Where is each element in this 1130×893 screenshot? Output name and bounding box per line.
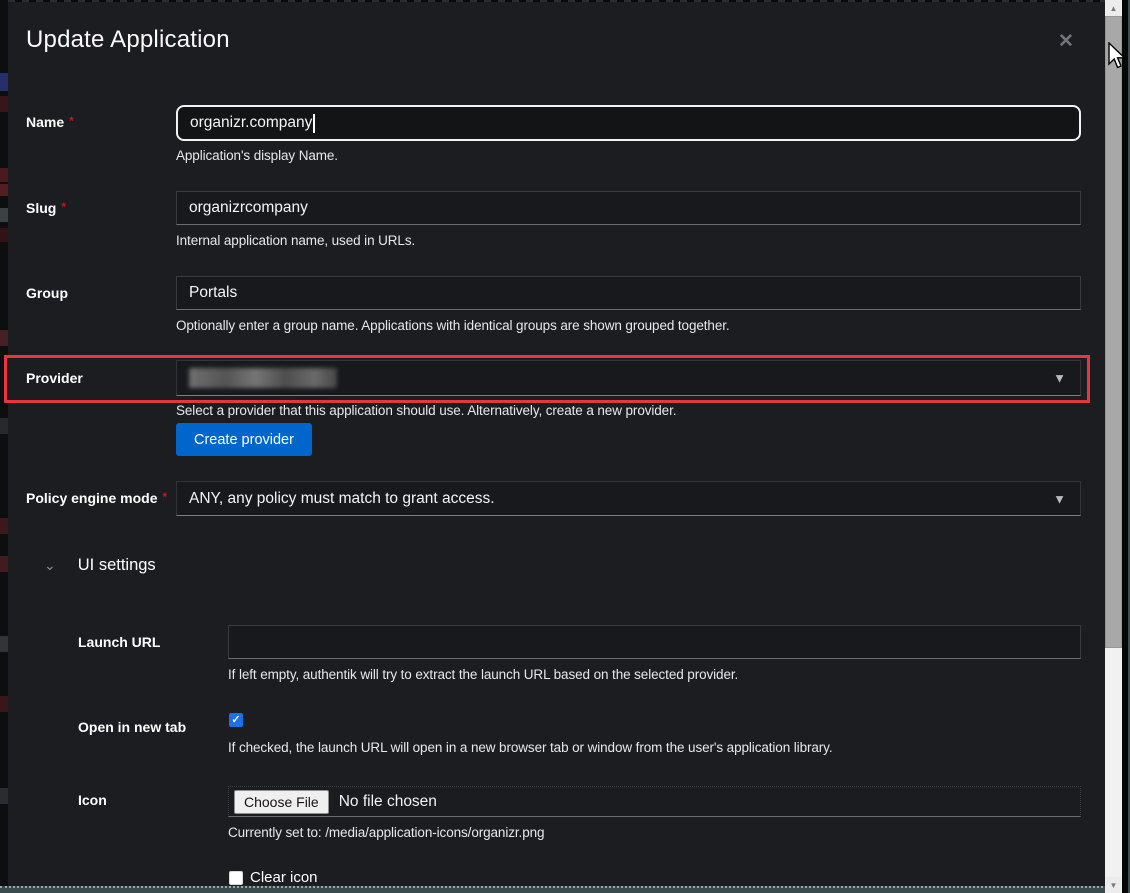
provider-redacted-value [189,368,337,388]
create-provider-button[interactable]: Create provider [176,423,312,456]
choose-file-button[interactable]: Choose File [234,790,329,814]
clear-icon-label: Clear icon [250,869,318,886]
check-icon: ✓ [231,715,240,726]
policy-engine-mode-select[interactable]: ANY, any policy must match to grant acce… [176,481,1081,516]
modal-update-application: Update Application ✕ Name* organizr.comp… [8,2,1105,886]
file-status-text: No file chosen [339,793,437,811]
ui-settings-title: UI settings [78,556,156,575]
slug-label: Slug* [26,200,176,216]
name-label: Name* [26,114,176,130]
scrollbar-thumb[interactable] [1105,16,1122,648]
text-cursor [313,114,315,133]
clear-icon-checkbox[interactable] [229,871,243,885]
policy-engine-mode-label: Policy engine mode* [26,490,176,506]
vertical-scrollbar[interactable]: ▲ ▼ [1105,0,1122,893]
required-asterisk: * [61,200,66,214]
caret-down-icon: ▼ [1053,372,1066,385]
background-left-strip [0,0,8,893]
update-application-dialog: Update Application ✕ Name* organizr.comp… [0,0,1130,893]
group-label: Group [26,285,176,301]
required-asterisk: * [69,114,74,128]
ui-settings-section-toggle[interactable]: ⌄ UI settings [44,556,156,575]
required-asterisk: * [162,490,167,504]
scroll-up-button[interactable]: ▲ [1105,0,1122,16]
close-icon[interactable]: ✕ [1058,30,1074,53]
name-field[interactable]: organizr.company [176,105,1081,141]
page-title: Update Application [26,26,230,54]
icon-file-input[interactable]: Choose File No file chosen [228,786,1081,817]
group-field[interactable]: Portals [176,276,1081,310]
icon-current-help: Currently set to: /media/application-ico… [228,825,544,840]
slug-help: Internal application name, used in URLs. [176,233,415,248]
clear-icon-row: Clear icon [229,869,318,886]
launch-url-field[interactable] [228,625,1081,659]
caret-down-icon: ▼ [1053,492,1066,505]
icon-label: Icon [78,792,223,808]
scroll-down-button[interactable]: ▼ [1105,877,1122,893]
provider-select[interactable]: ▼ [176,360,1081,396]
provider-help: Select a provider that this application … [176,403,676,418]
background-bottom-bar [0,886,1107,893]
name-help: Application's display Name. [176,148,338,163]
chevron-down-icon: ⌄ [44,557,56,574]
open-in-new-tab-help: If checked, the launch URL will open in … [228,740,832,755]
group-help: Optionally enter a group name. Applicati… [176,318,730,333]
open-in-new-tab-checkbox[interactable]: ✓ [229,713,243,727]
open-in-new-tab-label: Open in new tab [78,719,223,735]
launch-url-help: If left empty, authentik will try to ext… [228,667,738,682]
launch-url-label: Launch URL [78,634,223,650]
slug-field[interactable]: organizrcompany [176,191,1081,225]
provider-label: Provider [26,370,176,386]
